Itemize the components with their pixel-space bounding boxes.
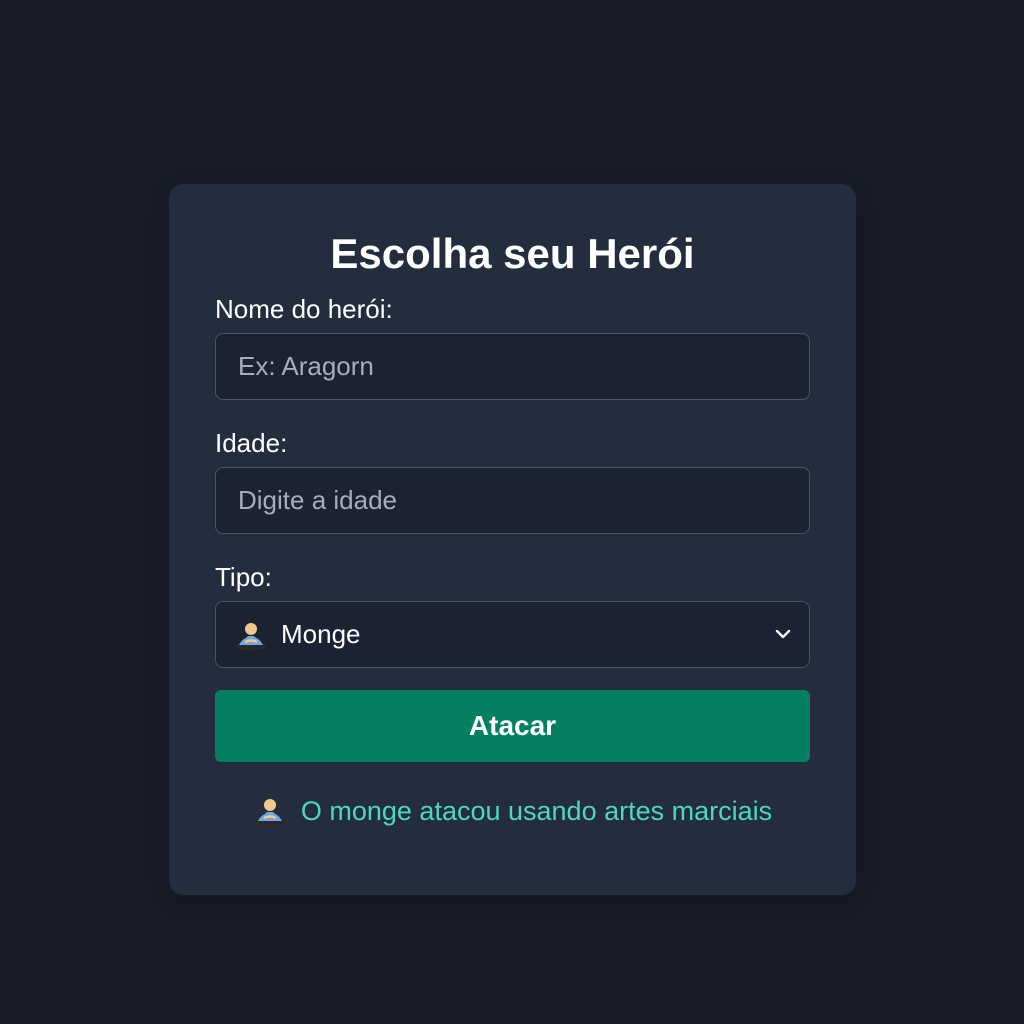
hero-name-label: Nome do herói: [215, 294, 393, 324]
attack-result-message: O monge atacou usando artes marciais [300, 795, 773, 826]
hero-type-selected-value: Monge [281, 619, 361, 649]
hero-type-label: Tipo: [215, 562, 272, 592]
chevron-down-icon [775, 629, 791, 639]
hero-form-card: Escolha seu Herói Nome do herói: Idade: … [169, 184, 856, 895]
monk-icon [254, 799, 285, 827]
hero-type-select[interactable]: Monge [215, 601, 810, 668]
hero-name-input[interactable] [215, 333, 810, 400]
attack-button[interactable]: Atacar [215, 690, 810, 762]
hero-age-input[interactable] [215, 467, 810, 534]
monk-icon [236, 622, 266, 650]
page-title: Escolha seu Herói [330, 230, 695, 277]
hero-age-label: Idade: [215, 428, 288, 458]
attack-result: O monge atacou usando artes marciais [215, 794, 810, 828]
